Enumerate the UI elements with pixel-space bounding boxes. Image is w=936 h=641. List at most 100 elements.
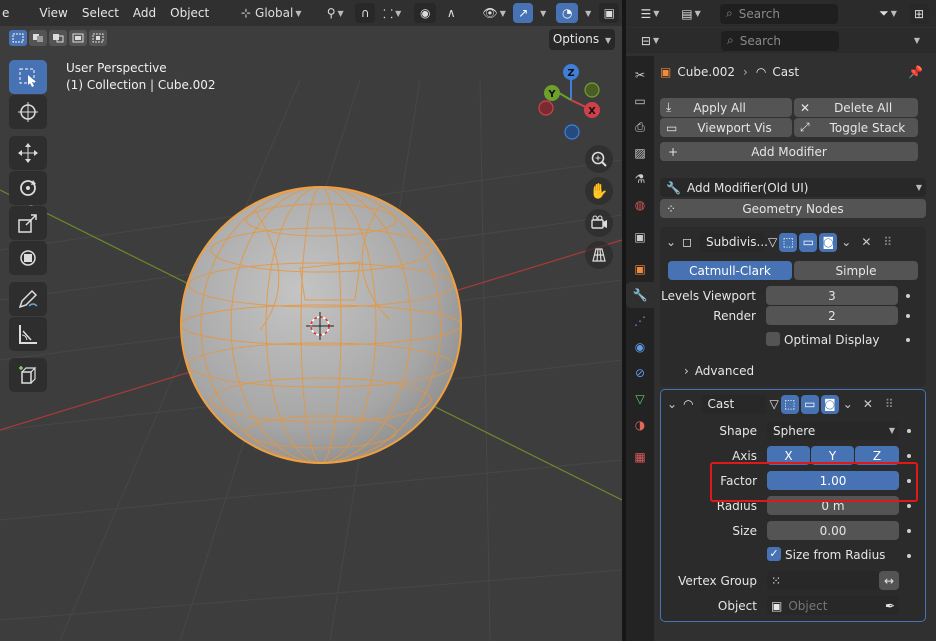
shape-dropdown[interactable]: Sphere ▼ (767, 421, 899, 440)
tab-tool[interactable]: ✂ (626, 62, 654, 88)
tab-modifiers[interactable]: 🔧 (626, 282, 654, 308)
pivot-dropdown[interactable]: ⚲ ▼ (317, 3, 353, 23)
pin-icon[interactable]: 📌 (908, 65, 923, 79)
select-intersect-button[interactable] (89, 30, 107, 46)
gizmo-neg-x[interactable] (538, 100, 554, 116)
advanced-subpanel-toggle[interactable]: › Advanced (684, 364, 754, 378)
size-from-radius-checkbox[interactable]: ✓ (767, 547, 781, 561)
keyframe-dot[interactable] (906, 338, 910, 342)
display-mode-dropdown[interactable]: ▤ ▼ (675, 4, 707, 24)
tab-scene[interactable]: ⚗ (626, 166, 654, 192)
properties-editor-type[interactable]: ⊟ ▼ (634, 31, 666, 51)
overlay-toggle[interactable]: ◔ (556, 3, 579, 23)
on-cage-toggle[interactable]: ⬚ (780, 394, 799, 414)
delete-all-button[interactable]: ✕ Delete All (794, 98, 918, 117)
close-icon[interactable]: ✕ (861, 235, 871, 249)
tool-scale[interactable] (9, 206, 47, 240)
filter-dropdown[interactable]: ⏷ ▼ (872, 4, 904, 24)
tab-object[interactable]: ▣ (626, 256, 654, 282)
catmull-clark-button[interactable]: Catmull-Clark (668, 261, 792, 280)
gizmo-toggle[interactable]: ↗ (513, 3, 534, 23)
vertex-group-field[interactable]: ⁙ (767, 571, 879, 590)
tab-physics[interactable]: ◉ (626, 334, 654, 360)
snap-target-dropdown[interactable]: ⸬ ▼ (377, 3, 407, 23)
sphere-mesh[interactable] (0, 0, 622, 641)
zoom-button[interactable] (585, 145, 613, 173)
menu-add[interactable]: Add (126, 2, 163, 24)
menu-view[interactable]: View (32, 2, 74, 24)
tool-move[interactable] (9, 136, 47, 170)
render-toggle[interactable]: ◙ (819, 232, 838, 252)
render-levels-field[interactable]: 2 (766, 306, 898, 325)
gizmo-dropdown[interactable]: ▼ (535, 3, 549, 23)
camera-view-button[interactable] (585, 209, 613, 237)
chevron-down-icon[interactable]: ⌄ (666, 235, 676, 249)
tab-render[interactable]: ▭ (626, 88, 654, 114)
tool-measure[interactable] (9, 317, 47, 351)
keyframe-dot[interactable] (906, 294, 910, 298)
gizmo-neg-z[interactable] (564, 124, 580, 140)
navigation-gizmo[interactable]: Z Y X (534, 60, 614, 140)
gizmo-neg-y[interactable] (584, 82, 600, 98)
properties-search-input[interactable]: ⌕ Search (721, 30, 839, 51)
select-subtract-button[interactable] (49, 30, 67, 46)
select-new-button[interactable] (9, 30, 27, 46)
tool-rotate[interactable] (9, 171, 47, 205)
editor-type-menu[interactable]: e (0, 2, 16, 24)
chevron-down-icon[interactable]: ⌄ (667, 397, 677, 411)
chevron-down-icon[interactable]: ⌄ (843, 397, 853, 411)
optimal-display-checkbox[interactable] (766, 332, 780, 346)
cast-name-field[interactable]: Cast (701, 394, 766, 414)
overlay-dropdown[interactable]: ▼ (580, 3, 594, 23)
viewport-vis-button[interactable]: ▭ Viewport Vis (660, 118, 792, 137)
drag-handle-icon[interactable]: ⠿ (885, 397, 894, 411)
tab-output[interactable]: ⎙ (626, 114, 654, 140)
proportional-edit-toggle[interactable]: ◉ (414, 3, 437, 23)
add-modifier-button[interactable]: + Add Modifier (660, 142, 918, 161)
levels-viewport-field[interactable]: 3 (766, 286, 898, 305)
add-modifier-old-dropdown[interactable]: 🔧 Add Modifier(Old UI) ▼ (660, 178, 926, 197)
select-invert-button[interactable] (69, 30, 87, 46)
close-icon[interactable]: ✕ (863, 397, 873, 411)
on-cage-toggle[interactable]: ⬚ (779, 232, 798, 252)
keyframe-dot[interactable] (907, 504, 911, 508)
tool-select-box[interactable] (9, 60, 47, 94)
tab-constraints[interactable]: ⊘ (626, 360, 654, 386)
drag-handle-icon[interactable]: ⠿ (883, 235, 892, 249)
tab-material[interactable]: ◑ (626, 412, 654, 438)
edit-mode-icon[interactable]: ▽ (768, 235, 777, 249)
tab-data[interactable]: ▽ (626, 386, 654, 412)
new-collection-button[interactable]: ⊞ (909, 3, 929, 24)
snap-toggle[interactable]: ∩ (355, 3, 376, 23)
keyframe-dot[interactable] (906, 314, 910, 318)
object-field[interactable]: ▣ Object ✒ (767, 596, 899, 615)
eyedropper-icon[interactable]: ✒ (885, 599, 895, 613)
tool-add-cube[interactable] (9, 358, 47, 392)
orientation-dropdown[interactable]: ⊹ Global ▼ (232, 3, 310, 23)
chevron-down-icon[interactable]: ⌄ (841, 235, 851, 249)
3d-viewport[interactable]: e View Select Add Object ⊹ Global ▼ ⚲ ▼ ∩… (0, 0, 622, 641)
render-toggle[interactable]: ◙ (820, 394, 839, 414)
menu-select[interactable]: Select (75, 2, 126, 24)
invert-vertex-group-button[interactable]: ↔ (879, 571, 899, 590)
geometry-nodes-button[interactable]: ⁘ Geometry Nodes (660, 199, 926, 218)
tool-cursor[interactable] (9, 95, 47, 129)
tool-annotate[interactable] (9, 282, 47, 316)
realtime-toggle[interactable]: ▭ (800, 394, 819, 414)
tab-particles[interactable]: ⋰ (626, 308, 654, 334)
apply-all-button[interactable]: ⤓ Apply All (660, 98, 792, 117)
tool-transform[interactable] (9, 241, 47, 275)
keyframe-dot[interactable] (907, 554, 911, 558)
keyframe-dot[interactable] (907, 454, 911, 458)
properties-options-dropdown[interactable]: ▼ (907, 31, 925, 51)
projection-toggle[interactable] (585, 241, 613, 269)
options-dropdown[interactable]: Options ▼ (549, 29, 615, 50)
outliner-editor-type[interactable]: ☰ ▼ (634, 4, 666, 24)
tab-view-layer[interactable]: ▨ (626, 140, 654, 166)
visibility-dropdown[interactable]: 👁 ▼ (477, 3, 511, 23)
simple-button[interactable]: Simple (794, 261, 918, 280)
edit-mode-icon[interactable]: ▽ (770, 397, 779, 411)
keyframe-dot[interactable] (907, 529, 911, 533)
falloff-dropdown[interactable]: ∧ (438, 3, 464, 23)
tab-collection[interactable]: ▣ (626, 224, 654, 250)
